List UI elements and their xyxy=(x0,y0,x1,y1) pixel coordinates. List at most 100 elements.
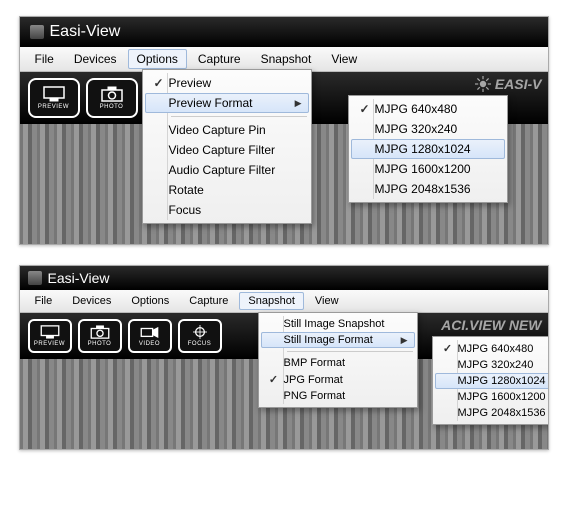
menu-item-jpg-format[interactable]: ✓ JPG Format xyxy=(261,371,415,388)
menu-item-label: Preview Format xyxy=(169,96,253,110)
toolbar-focus-label: FOCUS xyxy=(188,341,212,347)
toolbar-video-button[interactable]: VIDEO xyxy=(128,319,172,353)
toolbar-preview-label: PREVIEW xyxy=(38,104,69,110)
snapshot-menu: Still Image Snapshot Still Image Format … xyxy=(258,312,418,408)
format-option[interactable]: MJPG 2048x1536 xyxy=(351,179,505,199)
menu-item-label: Rotate xyxy=(169,183,204,197)
menu-item-png-format[interactable]: PNG Format xyxy=(261,388,415,404)
checkmark-icon: ✓ xyxy=(149,76,169,90)
format-option[interactable]: MJPG 1280x1024 xyxy=(351,139,505,159)
menu-snapshot[interactable]: Snapshot xyxy=(239,292,303,310)
titlebar: Easi-View xyxy=(20,17,548,47)
submenu-arrow-icon: ▶ xyxy=(295,98,302,109)
toolbar-photo-button[interactable]: PHOTO xyxy=(86,78,138,118)
format-option[interactable]: MJPG 2048x1536 xyxy=(435,405,549,421)
menu-item-label: Still Image Snapshot xyxy=(284,318,385,330)
menu-item-focus[interactable]: Focus xyxy=(145,200,309,220)
menu-item-video-capture-pin[interactable]: Video Capture Pin xyxy=(145,120,309,140)
menu-item-label: MJPG 320x240 xyxy=(458,359,534,371)
preview-format-submenu: ✓ MJPG 640x480 MJPG 320x240 MJPG 1280x10… xyxy=(348,95,508,203)
menu-snapshot[interactable]: Snapshot xyxy=(252,49,321,69)
menu-item-audio-capture-filter[interactable]: Audio Capture Filter xyxy=(145,160,309,180)
format-option[interactable]: ✓ MJPG 640x480 xyxy=(351,99,505,119)
titlebar: Easi-View xyxy=(20,266,548,290)
monitor-icon xyxy=(43,86,65,102)
menu-item-label: MJPG 2048x1536 xyxy=(458,407,546,419)
format-option[interactable]: MJPG 1600x1200 xyxy=(435,389,549,405)
format-option[interactable]: MJPG 1600x1200 xyxy=(351,159,505,179)
format-option[interactable]: MJPG 320x240 xyxy=(351,119,505,139)
options-menu: ✓ Preview Preview Format ▶ Video Capture… xyxy=(142,69,312,224)
checkmark-icon: ✓ xyxy=(355,102,375,116)
menubar: File Devices Options Capture Snapshot Vi… xyxy=(20,290,548,313)
checkmark-icon: ✓ xyxy=(264,373,284,386)
format-option[interactable]: ✓ MJPG 640x480 xyxy=(435,340,549,357)
monitor-icon xyxy=(40,325,60,339)
menu-item-label: Video Capture Filter xyxy=(169,143,276,157)
video-camera-icon xyxy=(140,325,160,339)
menu-options[interactable]: Options xyxy=(122,292,178,310)
menu-item-label: Audio Capture Filter xyxy=(169,163,276,177)
camera-icon xyxy=(90,325,110,339)
brand-text: ACI.VIEW NEW xyxy=(441,317,541,333)
menu-capture[interactable]: Capture xyxy=(189,49,250,69)
menu-item-bmp-format[interactable]: BMP Format xyxy=(261,355,415,371)
menu-item-rotate[interactable]: Rotate xyxy=(145,180,309,200)
crosshair-icon xyxy=(190,325,210,339)
menu-item-label: MJPG 640x480 xyxy=(375,102,458,116)
submenu-arrow-icon: ▶ xyxy=(401,335,408,346)
format-option[interactable]: MJPG 1280x1024 xyxy=(435,373,549,389)
toolbar-preview-button[interactable]: PREVIEW xyxy=(28,78,80,118)
menu-file[interactable]: File xyxy=(26,292,62,310)
menu-separator xyxy=(171,116,307,117)
brand-label: EASI-V xyxy=(495,76,542,92)
toolbar-preview-label: PREVIEW xyxy=(34,341,65,347)
menu-item-label: JPG Format xyxy=(284,374,343,386)
menu-view[interactable]: View xyxy=(306,292,348,310)
checkmark-icon: ✓ xyxy=(438,342,458,355)
app-logo-icon xyxy=(28,271,42,285)
brand-label: ACI.VIEW NEW xyxy=(441,317,541,333)
menu-item-label: Video Capture Pin xyxy=(169,123,266,137)
menu-item-label: Preview xyxy=(169,76,212,90)
sun-icon xyxy=(475,76,491,92)
still-image-format-submenu: ✓ MJPG 640x480 MJPG 320x240 MJPG 1280x10… xyxy=(432,336,549,425)
app-title: Easi-View xyxy=(48,270,110,286)
menu-item-label: PNG Format xyxy=(284,390,346,402)
menu-item-label: Still Image Format xyxy=(284,334,373,346)
menu-item-preview-format[interactable]: Preview Format ▶ xyxy=(145,93,309,113)
toolbar-preview-button[interactable]: PREVIEW xyxy=(28,319,72,353)
menu-item-label: MJPG 1600x1200 xyxy=(458,391,546,403)
app-title: Easi-View xyxy=(50,23,121,41)
menu-item-label: BMP Format xyxy=(284,357,346,369)
menu-view[interactable]: View xyxy=(322,49,366,69)
toolbar-video-label: VIDEO xyxy=(139,341,160,347)
menu-item-preview[interactable]: ✓ Preview xyxy=(145,73,309,93)
toolbar-focus-button[interactable]: FOCUS xyxy=(178,319,222,353)
window-easiview-1: Easi-View File Devices Options Capture S… xyxy=(19,16,549,245)
menu-options[interactable]: Options xyxy=(128,49,187,69)
toolbar-photo-label: PHOTO xyxy=(88,341,112,347)
camera-icon xyxy=(101,86,123,102)
menu-item-video-capture-filter[interactable]: Video Capture Filter xyxy=(145,140,309,160)
menu-item-label: MJPG 2048x1536 xyxy=(375,182,471,196)
brand-text: EASI-V xyxy=(475,76,542,92)
toolbar-photo-button[interactable]: PHOTO xyxy=(78,319,122,353)
app-logo-icon xyxy=(30,25,44,39)
menu-item-label: Focus xyxy=(169,203,202,217)
toolbar-photo-label: PHOTO xyxy=(100,104,124,110)
menu-item-label: MJPG 1600x1200 xyxy=(375,162,471,176)
menu-item-still-image-snapshot[interactable]: Still Image Snapshot xyxy=(261,316,415,332)
menu-item-label: MJPG 1280x1024 xyxy=(458,375,546,387)
menu-item-label: MJPG 640x480 xyxy=(458,343,534,355)
menu-item-still-image-format[interactable]: Still Image Format ▶ xyxy=(261,332,415,348)
window-easiview-2: Easi-View File Devices Options Capture S… xyxy=(19,265,549,450)
menu-capture[interactable]: Capture xyxy=(180,292,237,310)
menu-file[interactable]: File xyxy=(26,49,63,69)
menu-devices[interactable]: Devices xyxy=(65,49,126,69)
menu-devices[interactable]: Devices xyxy=(63,292,120,310)
menu-item-label: MJPG 320x240 xyxy=(375,122,458,136)
menu-separator xyxy=(287,351,413,352)
format-option[interactable]: MJPG 320x240 xyxy=(435,357,549,373)
menu-item-label: MJPG 1280x1024 xyxy=(375,142,471,156)
